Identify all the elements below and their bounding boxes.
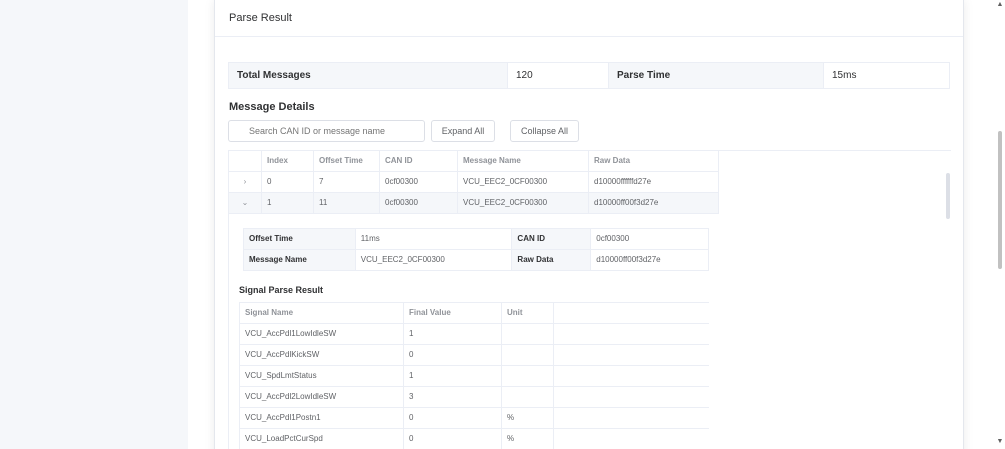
signal-unit: % — [502, 429, 554, 449]
right-margin — [965, 0, 995, 449]
signal-header-value: Final Value — [404, 303, 502, 323]
message-detail-grid: Offset Time 11ms CAN ID 0cf00300 Message… — [243, 228, 709, 271]
row-raw-data: d10000ffffffd27e — [589, 172, 719, 192]
parse-time-label: Parse Time — [609, 63, 824, 88]
chevron-right-icon[interactable]: › — [229, 172, 262, 192]
detail-raw-value: d10000ff00f3d27e — [591, 250, 709, 270]
summary-table: Total Messages 120 Parse Time 15ms — [228, 62, 950, 89]
table-scrollbar[interactable] — [946, 173, 950, 219]
row-message-name: VCU_EEC2_0CF00300 — [458, 172, 589, 192]
page-scrollbar-thumb[interactable] — [998, 131, 1002, 269]
signal-row: VCU_AccPdl1Postn1 0 % — [240, 408, 709, 429]
expanded-row-detail: Offset Time 11ms CAN ID 0cf00300 Message… — [229, 217, 719, 449]
parse-result-card: Parse Result Total Messages 120 Parse Ti… — [214, 0, 964, 449]
detail-canid-value: 0cf00300 — [591, 229, 709, 249]
scroll-down-icon[interactable]: ▼ — [996, 438, 1004, 446]
signal-parse-title: Signal Parse Result — [239, 285, 324, 295]
card-header: Parse Result — [215, 0, 963, 37]
row-raw-data: d10000ff00f3d27e — [589, 193, 719, 213]
message-table: Index Offset Time CAN ID Message Name Ra… — [228, 150, 951, 449]
expand-all-button[interactable]: Expand All — [431, 120, 495, 142]
expand-column-header — [229, 151, 262, 171]
signal-name: VCU_AccPdlKickSW — [240, 345, 404, 365]
signal-header-unit: Unit — [502, 303, 554, 323]
row-offset-time: 11 — [314, 193, 380, 213]
signal-name: VCU_AccPdl1LowIdleSW — [240, 324, 404, 344]
message-details-title: Message Details — [229, 101, 315, 113]
row-index: 0 — [262, 172, 314, 192]
row-can-id: 0cf00300 — [380, 193, 458, 213]
signal-row: VCU_AccPdl1LowIdleSW 1 — [240, 324, 709, 345]
chevron-down-icon[interactable]: ⌄ — [229, 193, 262, 213]
signal-table: Signal Name Final Value Unit VCU_AccPdl1… — [239, 302, 709, 449]
row-index: 1 — [262, 193, 314, 213]
signal-unit: % — [502, 408, 554, 428]
row-message-name: VCU_EEC2_0CF00300 — [458, 193, 589, 213]
signal-unit — [502, 387, 554, 407]
signal-row: VCU_SpdLmtStatus 1 — [240, 366, 709, 387]
signal-row: VCU_AccPdl2LowIdleSW 3 — [240, 387, 709, 408]
column-header-can-id: CAN ID — [380, 151, 458, 171]
signal-name: VCU_SpdLmtStatus — [240, 366, 404, 386]
column-header-raw-data: Raw Data — [589, 151, 719, 171]
signal-header-name: Signal Name — [240, 303, 404, 323]
table-row[interactable]: › 0 7 0cf00300 VCU_EEC2_0CF00300 d10000f… — [229, 172, 719, 193]
signal-unit — [502, 324, 554, 344]
table-header-row: Index Offset Time CAN ID Message Name Ra… — [229, 151, 719, 172]
signal-value: 1 — [404, 324, 502, 344]
total-messages-label: Total Messages — [229, 63, 508, 88]
signal-name: VCU_AccPdl2LowIdleSW — [240, 387, 404, 407]
collapse-all-button[interactable]: Collapse All — [510, 120, 579, 142]
signal-unit — [502, 366, 554, 386]
row-offset-time: 7 — [314, 172, 380, 192]
signal-value: 0 — [404, 408, 502, 428]
signal-value: 0 — [404, 345, 502, 365]
detail-canid-label: CAN ID — [512, 229, 592, 249]
detail-name-label: Message Name — [244, 250, 356, 270]
signal-name: VCU_AccPdl1Postn1 — [240, 408, 404, 428]
detail-offset-label: Offset Time — [244, 229, 356, 249]
scroll-up-icon[interactable]: ▲ — [996, 1, 1004, 9]
table-row[interactable]: ⌄ 1 11 0cf00300 VCU_EEC2_0CF00300 d10000… — [229, 193, 719, 214]
detail-name-value: VCU_EEC2_0CF00300 — [356, 250, 513, 270]
column-header-offset-time: Offset Time — [314, 151, 380, 171]
signal-header-row: Signal Name Final Value Unit — [240, 303, 709, 324]
signal-row: VCU_LoadPctCurSpd 0 % — [240, 429, 709, 449]
parse-time-value: 15ms — [832, 70, 857, 81]
left-sidebar-background — [0, 0, 188, 449]
card-title: Parse Result — [229, 12, 292, 24]
search-input[interactable] — [228, 120, 425, 142]
signal-value: 0 — [404, 429, 502, 449]
signal-value: 3 — [404, 387, 502, 407]
column-header-index: Index — [262, 151, 314, 171]
total-messages-value: 120 — [508, 63, 609, 88]
signal-row: VCU_AccPdlKickSW 0 — [240, 345, 709, 366]
column-header-message-name: Message Name — [458, 151, 589, 171]
signal-unit — [502, 345, 554, 365]
detail-raw-label: Raw Data — [512, 250, 592, 270]
detail-offset-value: 11ms — [356, 229, 513, 249]
signal-name: VCU_LoadPctCurSpd — [240, 429, 404, 449]
signal-value: 1 — [404, 366, 502, 386]
row-can-id: 0cf00300 — [380, 172, 458, 192]
